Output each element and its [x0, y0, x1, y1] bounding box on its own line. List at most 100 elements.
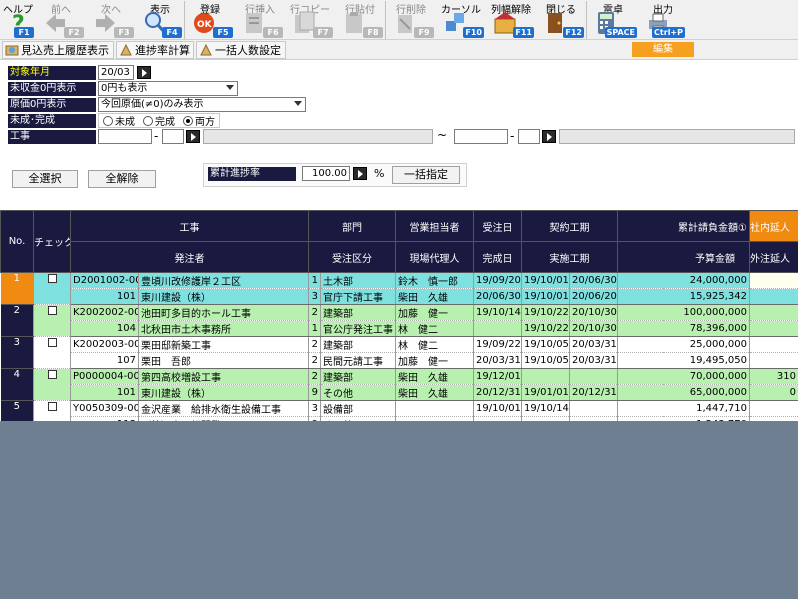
- row-checkbox[interactable]: [47, 273, 57, 283]
- project-code[interactable]: Y0050309-00: [70, 400, 139, 417]
- client-code[interactable]: 107: [70, 352, 139, 369]
- progress-calc-button[interactable]: 進捗率計算: [116, 41, 194, 59]
- header-order-date[interactable]: 受注日: [473, 210, 522, 242]
- sales-rep[interactable]: 鈴木 慎一郎: [395, 272, 474, 289]
- table-row[interactable]: 1 D2001002-00 豊頃川改修護岸２工区 1 土木部 鈴木 慎一郎 19/09/20…: [0, 272, 798, 305]
- project-to-lookup-button[interactable]: [542, 130, 556, 143]
- order-type-no[interactable]: 2: [308, 352, 321, 369]
- external-delay[interactable]: [749, 288, 798, 305]
- table-row[interactable]: 3 K2002003-00 栗田邸新築工事 2 建築部林 健二 19/09/22 19/10…: [0, 336, 798, 369]
- project-name[interactable]: 第四高校増設工事: [138, 368, 309, 385]
- header-external-delay[interactable]: 外注延人: [749, 241, 798, 273]
- table-row-sub[interactable]: 104 北秋田市土木事務所 1 官公庁発注工事林 健二 19/10/22 20/10/30…: [1, 320, 798, 337]
- order-type[interactable]: その他: [320, 384, 396, 401]
- select-all-button[interactable]: 全選択: [12, 170, 78, 188]
- cumulative-amount[interactable]: 1,447,710: [617, 400, 750, 417]
- table-row[interactable]: 5 Y0050309-00 金沢産業 給排水衛生設備工事 3 設備部 19/10/01 19…: [0, 400, 798, 433]
- table-row[interactable]: 2 K2002002-00 池田町多目的ホール工事 2 建築部 加藤 健一 19/10/14…: [0, 304, 798, 337]
- contract-start[interactable]: 19/10/14: [521, 400, 570, 417]
- header-completion-date[interactable]: 完成日: [473, 241, 522, 273]
- project-code[interactable]: K2002003-00: [70, 336, 139, 353]
- client-name[interactable]: 東川建設（株）: [138, 384, 309, 401]
- contract-start[interactable]: 19/10/22: [521, 304, 570, 321]
- site-agent[interactable]: 林 健二: [395, 320, 474, 337]
- actual-end[interactable]: 20/06/20: [569, 288, 618, 305]
- toolbar-button-space[interactable]: 電卓 SPACE: [587, 0, 639, 40]
- row-number[interactable]: 1: [0, 272, 34, 305]
- row-checkbox-cell[interactable]: [33, 272, 71, 305]
- dept-no[interactable]: 3: [308, 400, 321, 417]
- contract-start[interactable]: 19/10/01: [521, 272, 570, 289]
- contract-start[interactable]: [521, 368, 570, 385]
- row-checkbox[interactable]: [47, 369, 57, 379]
- header-budget[interactable]: 予算金額: [617, 241, 750, 273]
- actual-end[interactable]: 20/10/30: [569, 320, 618, 337]
- toolbar-button-f5[interactable]: 登録 OK F5: [185, 0, 235, 40]
- internal-delay[interactable]: [749, 272, 798, 289]
- actual-end[interactable]: 20/03/31: [569, 352, 618, 369]
- actual-start[interactable]: 19/01/01: [521, 384, 570, 401]
- table-row-sub[interactable]: 101 東川建設（株） 3 官庁下請工事 柴田 久雄 20/06/30 19/10/01 20…: [1, 288, 798, 305]
- sales-rep[interactable]: 林 健二: [395, 336, 474, 353]
- client-name[interactable]: 北秋田市土木事務所: [138, 320, 309, 337]
- site-agent[interactable]: 柴田 久雄: [395, 384, 474, 401]
- header-client[interactable]: 発注者: [70, 241, 309, 273]
- external-delay[interactable]: [749, 320, 798, 337]
- contract-end[interactable]: [569, 368, 618, 385]
- row-number[interactable]: 3: [0, 336, 34, 369]
- order-date[interactable]: 19/10/01: [473, 400, 522, 417]
- row-number[interactable]: 4: [0, 368, 34, 401]
- header-sales-rep[interactable]: 営業担当者: [395, 210, 474, 242]
- toolbar-button-f3[interactable]: 次へ F3: [86, 0, 136, 40]
- order-type[interactable]: 民間元請工事: [320, 352, 396, 369]
- project-from-branch-input[interactable]: [162, 129, 184, 144]
- bulk-headcount-button[interactable]: 一括人数設定: [196, 41, 286, 59]
- radio-both[interactable]: 両方: [183, 114, 215, 128]
- budget-amount[interactable]: 65,000,000: [617, 384, 750, 401]
- radio-incomplete[interactable]: 未成: [103, 114, 135, 128]
- toolbar-button-ctrlp[interactable]: 出力 Ctrl+P: [639, 0, 687, 40]
- contract-end[interactable]: [569, 400, 618, 417]
- table-row-sub[interactable]: 107 栗田 吾郎 2 民間元請工事 加藤 健一 20/03/31 19/10/05 20/0…: [1, 352, 798, 369]
- toolbar-button-f9[interactable]: 行削除 F9: [386, 0, 436, 40]
- cumulative-amount[interactable]: 70,000,000: [617, 368, 750, 385]
- target-month-lookup-button[interactable]: [137, 66, 151, 79]
- header-cumulative-amount[interactable]: 累計請負金額①: [617, 210, 750, 242]
- order-date[interactable]: 19/09/20: [473, 272, 522, 289]
- internal-delay[interactable]: [749, 336, 798, 353]
- toolbar-button-f11[interactable]: 列幅解除 F11: [486, 0, 536, 40]
- internal-delay[interactable]: [749, 400, 798, 417]
- cumulative-amount[interactable]: 100,000,000: [617, 304, 750, 321]
- project-code[interactable]: P0000004-00: [70, 368, 139, 385]
- project-name[interactable]: 金沢産業 給排水衛生設備工事: [138, 400, 309, 417]
- sales-rep[interactable]: [395, 400, 474, 417]
- dept-name[interactable]: 土木部: [320, 272, 396, 289]
- cumulative-amount[interactable]: 25,000,000: [617, 336, 750, 353]
- project-name[interactable]: 栗田邸新築工事: [138, 336, 309, 353]
- site-agent[interactable]: 柴田 久雄: [395, 288, 474, 305]
- contract-end[interactable]: 20/10/30: [569, 304, 618, 321]
- client-name[interactable]: 東川建設（株）: [138, 288, 309, 305]
- toolbar-button-f1[interactable]: ヘルプ? F1: [0, 0, 36, 40]
- dept-no[interactable]: 2: [308, 336, 321, 353]
- dept-name[interactable]: 設備部: [320, 400, 396, 417]
- order-type-no[interactable]: 1: [308, 320, 321, 337]
- sales-rep[interactable]: 柴田 久雄: [395, 368, 474, 385]
- toolbar-button-f4[interactable]: 表示 F4: [136, 0, 184, 40]
- dept-no[interactable]: 2: [308, 368, 321, 385]
- cumulative-progress-input[interactable]: 100.00: [302, 166, 350, 181]
- row-checkbox[interactable]: [47, 305, 57, 315]
- contract-end[interactable]: 20/03/31: [569, 336, 618, 353]
- table-row-sub[interactable]: 101 東川建設（株） 9 その他 柴田 久雄 20/12/31 19/01/01 20/12…: [1, 384, 798, 401]
- row-number[interactable]: 2: [0, 304, 34, 337]
- order-date[interactable]: 19/10/14: [473, 304, 522, 321]
- row-checkbox-cell[interactable]: [33, 336, 71, 369]
- dept-name[interactable]: 建築部: [320, 336, 396, 353]
- toolbar-button-f2[interactable]: 前へ F2: [36, 0, 86, 40]
- table-row[interactable]: 4 P0000004-00 第四高校増設工事 2 建築部 柴田 久雄 19/12/01 70,…: [0, 368, 798, 401]
- order-type-no[interactable]: 9: [308, 384, 321, 401]
- order-type[interactable]: 官公庁発注工事: [320, 320, 396, 337]
- client-code[interactable]: 101: [70, 384, 139, 401]
- actual-end[interactable]: 20/12/31: [569, 384, 618, 401]
- completion-date[interactable]: 20/06/30: [473, 288, 522, 305]
